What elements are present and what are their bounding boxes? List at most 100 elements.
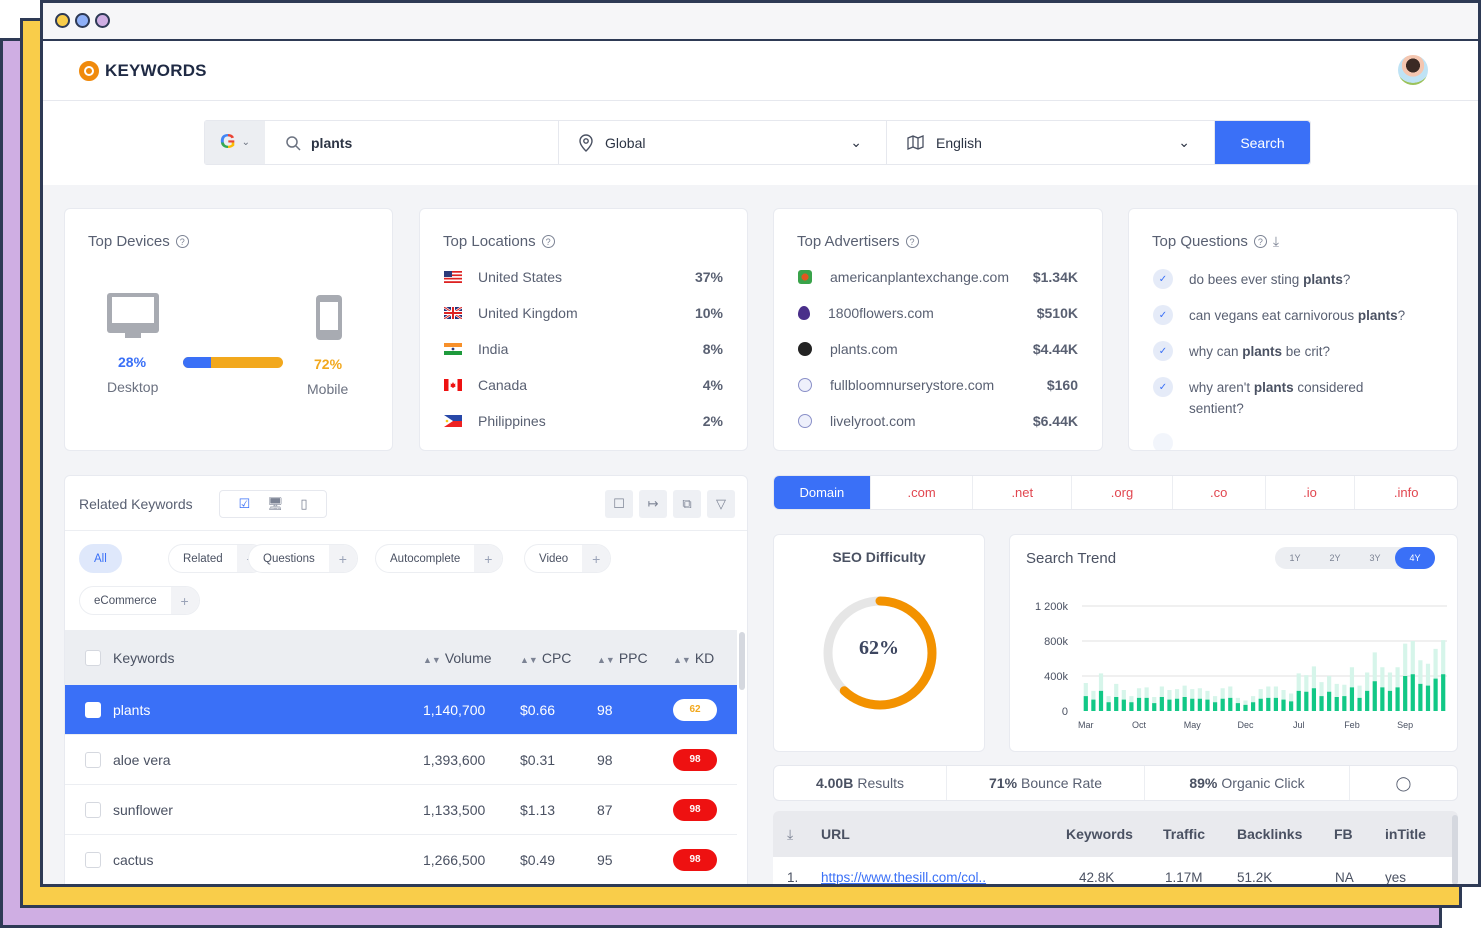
table-row[interactable]: sunflower 1,133,500 $1.13 87 98: [65, 785, 737, 835]
col-kd[interactable]: ▲▼ KD: [673, 650, 714, 666]
bar-primary: [1212, 702, 1218, 711]
col-cpc[interactable]: ▲▼ CPC: [520, 650, 571, 666]
checklist-view-icon[interactable]: ☑: [238, 496, 250, 512]
user-icon[interactable]: ◯: [1350, 766, 1457, 800]
logo[interactable]: KEYWORDS: [79, 61, 207, 81]
location-row[interactable]: Canada 4%: [444, 375, 723, 395]
help-icon[interactable]: ?: [175, 235, 189, 248]
filter-button[interactable]: ▽: [707, 490, 735, 518]
serp-row[interactable]: 1. https://www.thesill.com/col.. 42.8K 1…: [773, 857, 1458, 885]
bar-primary: [1273, 697, 1278, 711]
tab-org[interactable]: .org: [1072, 476, 1173, 509]
bar-primary: [1441, 674, 1446, 711]
bar-primary: [1418, 683, 1423, 711]
question-text: why aren't plants considered sentient?: [1189, 380, 1364, 416]
question-item[interactable]: ✓ why can plants be crit?: [1153, 341, 1433, 362]
col-volume[interactable]: ▲▼ Volume: [423, 650, 492, 666]
location-percent: 2%: [702, 413, 723, 429]
search-button[interactable]: Search: [1215, 121, 1310, 164]
keyword-field[interactable]: [265, 121, 559, 164]
chevron-down-icon: ⌄: [241, 137, 250, 148]
x-tick-label: Sep: [1397, 720, 1413, 730]
serp-scrollbar[interactable]: [1452, 815, 1458, 884]
table-row[interactable]: aloe vera 1,393,600 $0.31 98 98: [65, 735, 737, 785]
question-item[interactable]: ✓ can vegans eat carnivorous plants?: [1153, 305, 1433, 326]
engine-selector[interactable]: G ⌄: [205, 121, 265, 164]
mobile-icon: [316, 295, 342, 340]
location-value: Global: [605, 134, 646, 151]
advertiser-spend: $1.34K: [1032, 269, 1078, 285]
row-checkbox[interactable]: [85, 851, 101, 868]
col-backlinks[interactable]: Backlinks: [1237, 826, 1302, 842]
advertiser-row[interactable]: americanplantexchange.com $1.34K: [798, 267, 1078, 287]
copy-button[interactable]: ⧉: [673, 490, 701, 518]
advertiser-row[interactable]: plants.com $4.44K: [798, 339, 1078, 359]
tab-net[interactable]: .net: [973, 476, 1073, 509]
window-dot-blue[interactable]: [75, 13, 90, 28]
question-item-partial[interactable]: [1153, 433, 1433, 450]
export-button[interactable]: ↦: [639, 490, 667, 518]
table-scrollbar[interactable]: [739, 632, 745, 690]
search-trend-card: Search Trend 1Y 2Y 3Y 4Y 0 400k 800k 1 200k…: [1009, 534, 1458, 752]
plus-icon: +: [582, 545, 611, 572]
language-select[interactable]: English ⌄: [887, 121, 1215, 164]
filter-chip-ecommerce[interactable]: eCommerce +: [79, 586, 200, 615]
row-checkbox[interactable]: [85, 701, 101, 718]
window-dot-yellow[interactable]: [55, 13, 70, 28]
tab-com[interactable]: .com: [871, 476, 974, 509]
location-row[interactable]: India 8%: [444, 339, 723, 359]
question-item[interactable]: ✓ do bees ever sting plants?: [1153, 269, 1433, 290]
advertiser-row[interactable]: livelyroot.com $6.44K: [798, 411, 1078, 431]
tab-domain[interactable]: Domain: [774, 476, 871, 509]
location-select[interactable]: Global ⌄: [559, 121, 887, 164]
tab-info[interactable]: .info: [1355, 476, 1457, 509]
check-icon: ✓: [1153, 305, 1173, 325]
url-link[interactable]: https://www.thesill.com/col..: [821, 870, 986, 885]
advertiser-row[interactable]: 1800flowers.com $510K: [798, 303, 1078, 323]
advertiser-row[interactable]: fullbloomnurserystore.com $160: [798, 375, 1078, 395]
row-checkbox[interactable]: [85, 801, 101, 818]
help-icon[interactable]: ?: [905, 235, 919, 248]
location-row[interactable]: Philippines 2%: [444, 411, 723, 431]
download-icon[interactable]: ⤓: [1273, 233, 1279, 250]
x-tick-label: Mar: [1078, 720, 1094, 730]
intitle-cell: yes: [1385, 869, 1407, 885]
table-row[interactable]: plants 1,140,700 $0.66 98 62: [65, 685, 737, 735]
col-keywords[interactable]: Keywords: [113, 650, 174, 666]
x-tick-label: Feb: [1344, 720, 1360, 730]
location-row[interactable]: United States 37%: [444, 267, 723, 287]
table-row[interactable]: cactus 1,266,500 $0.49 95 98: [65, 835, 737, 884]
bar-primary: [1098, 690, 1104, 711]
related-keywords-title: Related Keywords: [79, 496, 193, 512]
bookmark-button[interactable]: ☐: [605, 490, 633, 518]
search-icon: [286, 135, 301, 151]
globe-icon: [798, 378, 812, 392]
tab-co[interactable]: .co: [1173, 476, 1266, 509]
col-ppc[interactable]: ▲▼ PPC: [597, 650, 648, 666]
filter-chip-autocomplete[interactable]: Autocomplete +: [375, 544, 504, 573]
col-keywords[interactable]: Keywords: [1066, 826, 1133, 842]
filter-chip-video[interactable]: Video +: [524, 544, 612, 573]
col-traffic[interactable]: Traffic: [1163, 826, 1205, 842]
select-all-checkbox[interactable]: [85, 649, 101, 666]
row-checkbox[interactable]: [85, 751, 101, 768]
help-icon[interactable]: ?: [541, 235, 555, 248]
window-dot-purple[interactable]: [95, 13, 110, 28]
desktop-view-icon[interactable]: 🖥: [267, 496, 284, 512]
filter-chip-all[interactable]: All: [79, 544, 122, 573]
user-avatar[interactable]: [1398, 55, 1428, 85]
col-fb[interactable]: FB: [1334, 826, 1353, 842]
mobile-view-icon[interactable]: ▯: [300, 496, 307, 512]
bar-primary: [1372, 681, 1377, 711]
filter-chip-questions[interactable]: Questions +: [248, 544, 358, 573]
help-icon[interactable]: ?: [1253, 235, 1267, 248]
location-row[interactable]: United Kingdom 10%: [444, 303, 723, 323]
col-url[interactable]: URL: [821, 826, 850, 842]
question-item[interactable]: ✓ why aren't plants considered sentient?: [1153, 377, 1387, 419]
keyword-input[interactable]: [311, 134, 507, 151]
col-intitle[interactable]: inTitle: [1385, 826, 1426, 842]
tab-io[interactable]: .io: [1266, 476, 1356, 509]
download-icon[interactable]: ⤓: [787, 826, 793, 843]
serp-table: ⤓ URL Keywords Traffic Backlinks FB inTi…: [773, 811, 1458, 885]
bar-primary: [1380, 687, 1385, 711]
